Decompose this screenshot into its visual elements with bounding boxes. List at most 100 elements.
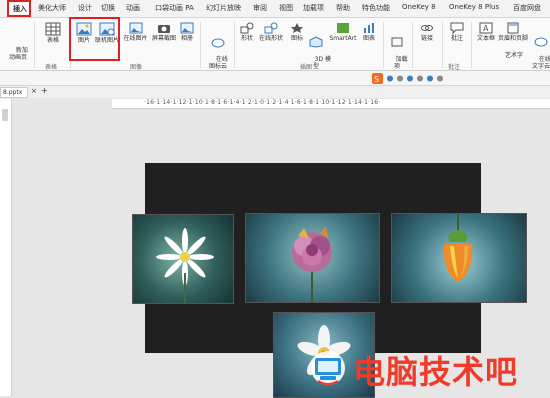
pane-scroll-handle[interactable]	[2, 109, 8, 121]
photo-daisy[interactable]	[132, 214, 234, 304]
tab-pocket-animation[interactable]: 口袋动画 PA	[155, 3, 194, 13]
group-label-tables: 表格	[45, 64, 58, 71]
ribbon-body: 新加 动画页 表格 表格 图片 联机图片 在线图片 屏幕截图 相册 图像 在线 …	[0, 17, 550, 71]
file-tab[interactable]: 8.pptx	[0, 87, 28, 98]
wordcloud-icon	[534, 37, 548, 47]
textbox-button[interactable]: A 文本框	[475, 22, 497, 42]
online-shapes-label: 在线形状	[258, 35, 283, 42]
chart-icon	[364, 23, 374, 33]
camera-icon	[158, 25, 170, 33]
icons-icon	[291, 23, 303, 33]
watermark-logo	[311, 351, 345, 385]
online-icons-cloud-button[interactable]: 在线 图标云	[205, 22, 231, 77]
smartart-button[interactable]: SmartArt	[327, 22, 359, 42]
tab-animations[interactable]: 动画	[126, 3, 140, 13]
tab-onekey8[interactable]: OneKey 8	[402, 3, 436, 11]
daisy-image	[156, 228, 214, 303]
rose-image	[292, 226, 332, 302]
watermark: 电脑技术吧	[306, 345, 550, 391]
screenshot-button[interactable]: 屏幕截图	[149, 22, 179, 42]
textbox-label: 文本框	[476, 35, 495, 42]
online-shapes-icon	[264, 22, 278, 34]
tab-insert[interactable]: 插入	[7, 0, 31, 17]
link-label: 链接	[420, 35, 433, 42]
ruler-ticks: ·16·1·14·1·12·1·10·1·8·1·6·1·4·1·2·1·0·1…	[144, 99, 381, 106]
online-wordcloud-button[interactable]: 在线 文字云	[531, 22, 550, 77]
new-animation-page-button[interactable]: 新加 动画页	[7, 40, 29, 68]
group-label-images: 图像	[130, 64, 143, 71]
3d-model-label: 3D 模 型	[312, 56, 331, 70]
shapes-button[interactable]: 形状	[238, 22, 256, 42]
comment-button[interactable]: 批注	[448, 22, 466, 42]
tab-baidu-netdisk[interactable]: 百度网盘	[513, 3, 541, 13]
tab-help[interactable]: 帮助	[336, 3, 350, 13]
smartart-icon	[337, 23, 349, 33]
picture-highlight-box	[69, 17, 120, 61]
ribbon-separator	[471, 22, 472, 68]
online-icons-cloud-label: 在线 图标云	[208, 56, 228, 70]
ribbon-separator	[442, 22, 443, 68]
header-footer-icon	[507, 22, 519, 34]
icons-label: 图标	[290, 35, 303, 42]
photo-tulip[interactable]	[391, 213, 527, 303]
svg-text:S: S	[374, 75, 379, 84]
smartart-label: SmartArt	[329, 35, 357, 42]
tab-addins[interactable]: 加载项	[303, 3, 324, 13]
photo-rose[interactable]	[245, 213, 380, 303]
ime-toolbar-icons[interactable]	[386, 74, 446, 83]
online-image-button[interactable]: 在线图片	[122, 22, 149, 42]
ribbon-separator	[383, 22, 384, 68]
tab-beautify-master[interactable]: 美化大师	[38, 3, 66, 13]
ribbon-tab-bar: 插入 美化大师 设计 切换 动画 口袋动画 PA 幻灯片放映 审阅 视图 加载项…	[0, 0, 550, 18]
chart-label: 图表	[362, 35, 375, 42]
tab-review[interactable]: 审阅	[253, 3, 267, 13]
cloud-icon	[211, 38, 225, 48]
new-tab-icon[interactable]: +	[41, 86, 48, 95]
comment-label: 批注	[450, 35, 463, 42]
group-label-comments: 批注	[448, 64, 461, 71]
horizontal-ruler: ·16·1·14·1·12·1·10·1·8·1·6·1·4·1·2·1·0·1…	[112, 99, 550, 109]
document-tab-row: 8.pptx × +	[0, 86, 550, 98]
table-button[interactable]: 表格	[40, 22, 66, 44]
tab-featured[interactable]: 特色功能	[362, 3, 390, 13]
link-button[interactable]: 链接	[418, 22, 436, 42]
wordart-button[interactable]: 艺术字	[502, 52, 526, 59]
tab-slideshow[interactable]: 幻灯片放映	[206, 3, 241, 13]
header-footer-button[interactable]: 页眉和页脚	[497, 22, 529, 42]
header-footer-label: 页眉和页脚	[497, 35, 528, 42]
textbox-icon: A	[479, 22, 493, 34]
svg-text:A: A	[483, 24, 489, 33]
shapes-icon	[240, 22, 254, 34]
new-animation-page-label: 新加 动画页	[8, 47, 28, 61]
online-shapes-button[interactable]: 在线形状	[257, 22, 285, 42]
addins-icon	[391, 37, 403, 47]
file-tab-label: 8.pptx	[3, 89, 23, 96]
addins-button[interactable]: 加载 项	[388, 22, 408, 77]
album-button[interactable]: 相册	[179, 22, 195, 42]
watermark-text: 电脑技术吧	[353, 353, 519, 391]
tulip-image	[443, 214, 473, 282]
tab-view[interactable]: 视图	[279, 3, 293, 13]
tab-design[interactable]: 设计	[78, 3, 92, 13]
quick-toolbar: S	[0, 71, 550, 86]
ribbon-separator	[234, 22, 235, 68]
close-tab-icon[interactable]: ×	[31, 87, 37, 95]
online-image-label: 在线图片	[123, 35, 148, 42]
table-icon	[45, 22, 61, 36]
chart-button[interactable]: 图表	[360, 22, 378, 42]
ribbon-separator	[412, 22, 413, 68]
screenshot-label: 屏幕截图	[151, 35, 176, 42]
slide-thumbnail-pane[interactable]	[0, 99, 12, 396]
tab-onekey8-plus[interactable]: OneKey 8 Plus	[449, 3, 499, 11]
ribbon-separator	[200, 22, 201, 68]
online-image-icon	[129, 22, 142, 34]
cube-icon	[309, 36, 323, 48]
icons-button[interactable]: 图标	[289, 22, 305, 42]
addins-label: 加载 项	[393, 56, 408, 70]
sogou-input-icon[interactable]: S	[372, 73, 383, 84]
album-icon	[180, 22, 194, 34]
tab-transitions[interactable]: 切换	[101, 3, 115, 13]
group-label-illustrations: 插图	[300, 64, 313, 71]
ribbon-separator	[34, 22, 35, 68]
shapes-label: 形状	[240, 35, 253, 42]
